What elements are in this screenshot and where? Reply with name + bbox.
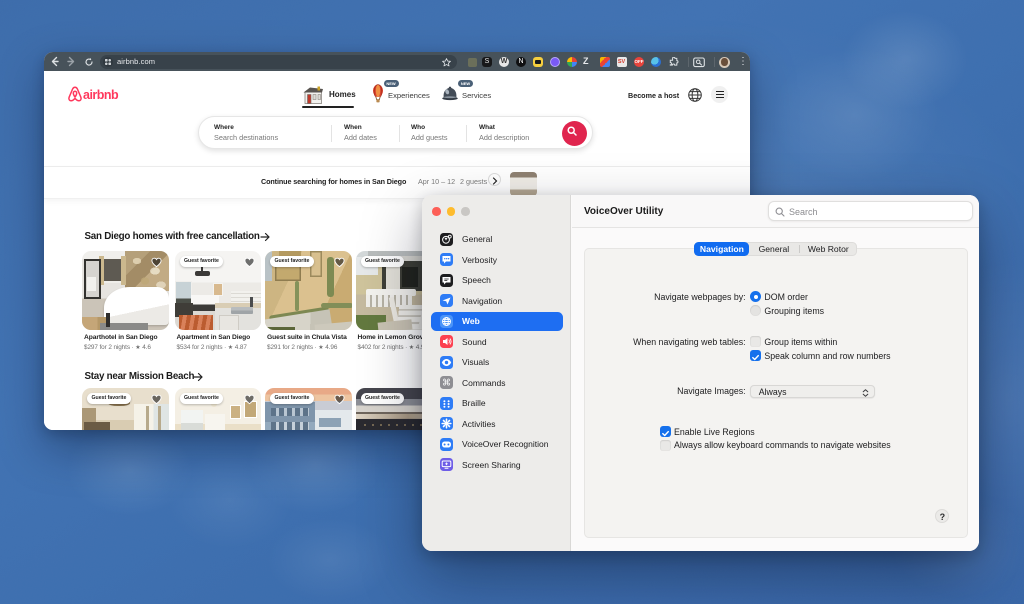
svg-text:⌘: ⌘ <box>442 378 451 388</box>
